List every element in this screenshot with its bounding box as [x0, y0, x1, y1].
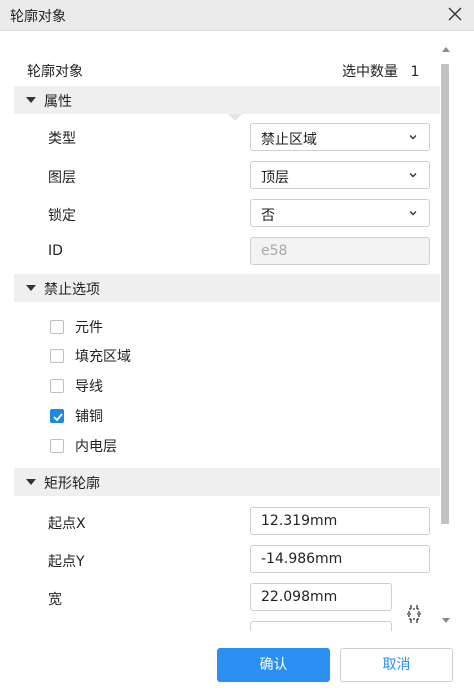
- checkbox-label: 内电层: [75, 439, 117, 455]
- title-bar: 轮廓对象: [0, 0, 474, 31]
- section-title: 属性: [44, 94, 72, 110]
- selection-count: 选中数量 1: [342, 61, 419, 81]
- scroll-down-arrow-icon[interactable]: [442, 616, 450, 624]
- width-input[interactable]: 22.098mm: [250, 583, 392, 611]
- field-label-id: ID: [48, 243, 63, 259]
- section-title: 矩形轮廓: [44, 476, 100, 492]
- checkbox-label: 铺铜: [75, 409, 103, 425]
- start-y-input[interactable]: -14.986mm: [250, 545, 430, 573]
- checkbox-label: 填充区域: [75, 349, 131, 365]
- section-header-attributes[interactable]: 属性: [14, 86, 440, 114]
- field-label-type: 类型: [48, 131, 76, 147]
- field-label-lock: 锁定: [48, 208, 76, 224]
- width-value: 22.098mm: [261, 589, 338, 605]
- confirm-button[interactable]: 确认: [217, 648, 330, 682]
- checkbox-inner-plane[interactable]: [50, 439, 64, 453]
- chevron-down-icon: [409, 135, 417, 140]
- collapse-triangle-icon: [26, 479, 36, 485]
- object-type-label: 轮廓对象: [27, 64, 83, 80]
- checkmark-icon: [53, 413, 63, 422]
- checkbox-label: 导线: [75, 379, 103, 395]
- link-aspect-icon[interactable]: [404, 603, 424, 625]
- cancel-button[interactable]: 取消: [340, 648, 453, 682]
- chevron-down-icon: [409, 211, 417, 216]
- id-field-value: e58: [261, 243, 288, 259]
- window-title: 轮廓对象: [10, 9, 66, 25]
- dropdown-pointer-notch: [228, 114, 242, 121]
- scroll-thumb[interactable]: [441, 64, 449, 524]
- section-header-rect-outline[interactable]: 矩形轮廓: [14, 468, 440, 496]
- field-label-start-x: 起点X: [48, 516, 86, 532]
- section-title: 禁止选项: [44, 282, 100, 298]
- collapse-triangle-icon: [26, 97, 36, 103]
- start-x-input[interactable]: 12.319mm: [250, 507, 430, 535]
- lock-select[interactable]: 否: [250, 199, 430, 227]
- scroll-up-arrow-icon[interactable]: [442, 46, 450, 54]
- start-y-value: -14.986mm: [261, 551, 343, 567]
- id-field: e58: [250, 237, 430, 265]
- type-select[interactable]: 禁止区域: [250, 123, 430, 151]
- field-label-start-y: 起点Y: [48, 554, 85, 570]
- start-x-value: 12.319mm: [261, 513, 338, 529]
- outline-object-dialog: 轮廓对象 轮廓对象 选中数量 1 属性 类型 禁止区域 图层 顶层 锁定 否 I…: [0, 0, 474, 696]
- field-label-width: 宽: [48, 592, 62, 608]
- selection-count-label: 选中数量: [342, 64, 398, 80]
- checkbox-fill-region[interactable]: [50, 349, 64, 363]
- height-input[interactable]: [250, 621, 392, 631]
- section-header-forbid-options[interactable]: 禁止选项: [14, 274, 440, 302]
- layer-select[interactable]: 顶层: [250, 161, 430, 189]
- lock-select-value: 否: [261, 208, 275, 224]
- type-select-value: 禁止区域: [261, 132, 317, 148]
- checkbox-copper-pour[interactable]: [50, 409, 64, 423]
- collapse-triangle-icon: [26, 285, 36, 291]
- checkbox-component[interactable]: [50, 320, 64, 334]
- checkbox-label: 元件: [75, 320, 103, 336]
- close-icon[interactable]: [444, 3, 466, 25]
- field-label-layer: 图层: [48, 170, 76, 186]
- chevron-down-icon: [409, 173, 417, 178]
- selection-count-value: 1: [410, 64, 420, 80]
- layer-select-value: 顶层: [261, 170, 289, 186]
- properties-panel: 轮廓对象 选中数量 1 属性 类型 禁止区域 图层 顶层 锁定 否 ID e58…: [0, 31, 474, 631]
- checkbox-track[interactable]: [50, 379, 64, 393]
